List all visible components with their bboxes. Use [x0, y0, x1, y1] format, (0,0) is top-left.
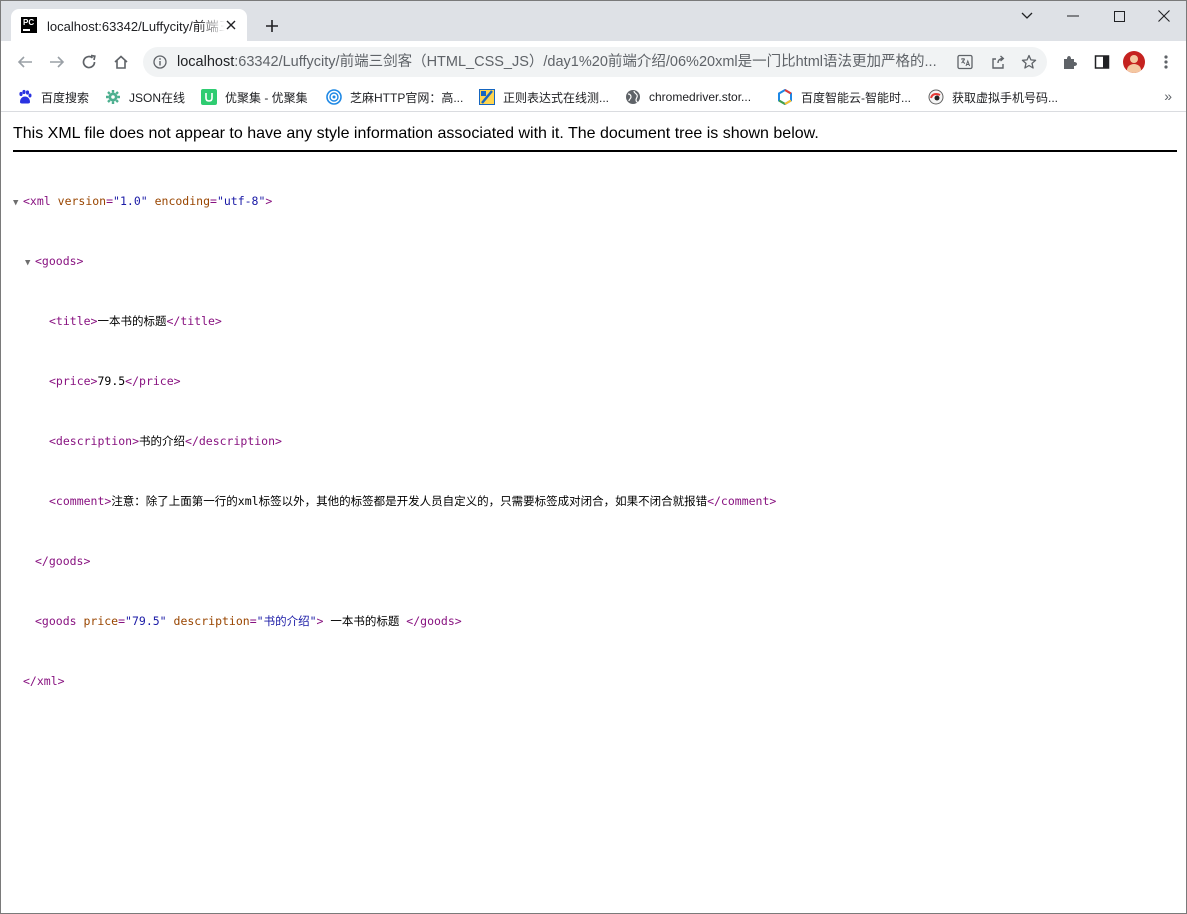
collapse-triangle-icon[interactable]: ▼ [13, 196, 23, 211]
goods-close-line: </goods> [13, 554, 776, 569]
bookmark-label: 百度搜索 [41, 90, 90, 105]
bookmark-label: 优聚集 - 优聚集 [225, 90, 308, 105]
xml-document-tree: ▼ <xml version="1.0" encoding="utf-8"> ▼ <… [13, 164, 776, 719]
collapse-triangle-icon[interactable]: ▼ [25, 256, 35, 271]
xml-tag: </xml> [23, 674, 65, 688]
bookmark-json[interactable]: JSON在线 [105, 87, 185, 107]
bookmark-label: 百度智能云-智能时... [801, 90, 911, 105]
xml-close-line: </xml> [13, 674, 776, 689]
json-gear-icon [105, 89, 121, 105]
xml-tag: <goods> [35, 254, 84, 268]
bookmark-baidu-search[interactable]: 百度搜索 [17, 87, 89, 107]
browser-toolbar: localhost:63342/Luffycity/前端三剑客（HTML_CSS… [1, 41, 1186, 83]
bookmark-baidu-cloud[interactable]: 百度智能云-智能时... [777, 87, 911, 107]
page-content: This XML file does not appear to have an… [1, 112, 1186, 913]
bookmark-label: 芝麻HTTP官网：高... [350, 90, 464, 105]
forward-arrow-icon[interactable] [45, 50, 69, 74]
xml-text: 79.5 [97, 374, 126, 388]
new-tab-plus-icon[interactable] [263, 17, 281, 35]
minimize-icon[interactable] [1050, 1, 1096, 31]
extensions-puzzle-icon[interactable] [1058, 50, 1082, 74]
xml-text: 书的介绍 [139, 434, 186, 448]
xml-tag: <goods [35, 614, 77, 628]
profile-avatar[interactable] [1123, 51, 1145, 73]
address-bar[interactable]: localhost:63342/Luffycity/前端三剑客（HTML_CSS… [143, 47, 1047, 77]
bookmark-label: JSON在线 [129, 90, 186, 105]
bookmark-regex-test[interactable]: 正则表达式在线测... [479, 87, 609, 107]
xml-text: 一本书的标题 [323, 614, 407, 628]
xml-tag: <xml [23, 194, 51, 208]
reload-icon[interactable] [77, 50, 101, 74]
bookmark-label: 正则表达式在线测... [503, 90, 610, 105]
side-panel-icon[interactable] [1090, 50, 1114, 74]
xml-tag: <description> [49, 434, 140, 448]
bookmark-label: 获取虚拟手机号码... [952, 90, 1059, 105]
bookmark-star-icon[interactable] [1019, 52, 1039, 72]
close-window-icon[interactable] [1141, 1, 1186, 31]
xml-attr-value: "utf-8" [216, 194, 266, 208]
tab-strip: PC localhost:63342/Luffycity/前端三剑客（HTML_… [1, 1, 1186, 41]
back-arrow-icon[interactable] [13, 50, 37, 74]
home-icon[interactable] [109, 50, 133, 74]
bookmark-virtual-phone[interactable]: 获取虚拟手机号码... [928, 87, 1058, 107]
xml-attr-name: price [83, 614, 119, 628]
xml-tag: <price> [49, 374, 98, 388]
url-path: :63342/Luffycity/前端三剑客（HTML_CSS_JS）/day1… [234, 54, 937, 70]
xml-tag: > [265, 194, 273, 208]
translate-icon[interactable] [955, 52, 975, 72]
url-host: localhost [177, 54, 235, 70]
xml-attr-value: "1.0" [113, 194, 148, 208]
xml-text: 注意：除了上面第一行的xml标签以外，其他的标签都是开发人员自定义的，只需要标签… [111, 494, 708, 508]
site-info-icon[interactable] [152, 54, 168, 70]
zhima-logo-icon [326, 89, 342, 105]
xml-tag: <comment> [49, 494, 112, 508]
maximize-icon[interactable] [1096, 1, 1142, 31]
xml-attr-name: version [57, 194, 107, 208]
tab-close-icon[interactable] [223, 17, 239, 33]
xml-tag: <title> [49, 314, 98, 328]
browser-window: PC localhost:63342/Luffycity/前端三剑客（HTML_… [0, 0, 1187, 914]
xml-style-notice: This XML file does not appear to have an… [13, 124, 1177, 152]
bookmark-zhima-http[interactable]: 芝麻HTTP官网：高... [326, 87, 463, 107]
xml-tag: </price> [125, 374, 181, 388]
bookmark-chromedriver[interactable]: chromedriver.stor... [625, 87, 751, 107]
globe-icon [625, 89, 641, 105]
xml-attr-value: "79.5" [125, 614, 167, 628]
bookmarks-more-chevron[interactable]: » [1164, 88, 1172, 104]
xml-attr-name: encoding [154, 194, 210, 208]
menu-kebab-icon[interactable] [1154, 50, 1178, 74]
goods2-line: <goods price="79.5" description="书的介绍"> … [35, 614, 462, 628]
description-line: <description>书的介绍</description> [13, 434, 776, 449]
xml-tag: </goods> [406, 614, 462, 628]
baidu-paw-icon [17, 89, 33, 105]
pycharm-favicon-icon: PC [21, 17, 37, 33]
xml-decl-line[interactable]: ▼ <xml version="1.0" encoding="utf-8"> [13, 194, 776, 209]
active-tab[interactable]: PC localhost:63342/Luffycity/前端三剑客（HTML_… [11, 9, 247, 41]
tab-title: localhost:63342/Luffycity/前端三剑客（HTML_CSS… [47, 18, 225, 34]
title-line: <title>一本书的标题</title> [13, 314, 776, 329]
goods-open-line[interactable]: ▼ <goods> [13, 254, 776, 269]
xml-attr-name: description [173, 614, 250, 628]
u-logo-icon [201, 89, 217, 105]
tab-search-chevron-icon[interactable] [1004, 1, 1050, 31]
xml-tag: </description> [185, 434, 282, 448]
bookmark-youjuji[interactable]: 优聚集 - 优聚集 [201, 87, 308, 107]
regex-logo-icon [479, 89, 495, 105]
bookmarks-bar: 百度搜索 JSON在线 优聚集 - 优聚集 芝麻HTTP官网：高... 正则表达… [1, 83, 1186, 112]
xml-tag: </title> [166, 314, 222, 328]
xml-text: 一本书的标题 [97, 314, 167, 328]
xml-tag: </goods> [35, 554, 91, 568]
comment-line: <comment>注意：除了上面第一行的xml标签以外，其他的标签都是开发人员自… [13, 494, 776, 509]
price-line: <price>79.5</price> [13, 374, 776, 389]
share-icon[interactable] [988, 52, 1008, 72]
xml-tag: </comment> [707, 494, 777, 508]
baidu-cloud-logo-icon [777, 89, 793, 105]
bookmark-label: chromedriver.stor... [649, 90, 752, 104]
virtual-phone-logo-icon [928, 89, 944, 105]
xml-attr-value: "书的介绍" [256, 614, 317, 628]
url-text[interactable]: localhost:63342/Luffycity/前端三剑客（HTML_CSS… [177, 53, 937, 71]
